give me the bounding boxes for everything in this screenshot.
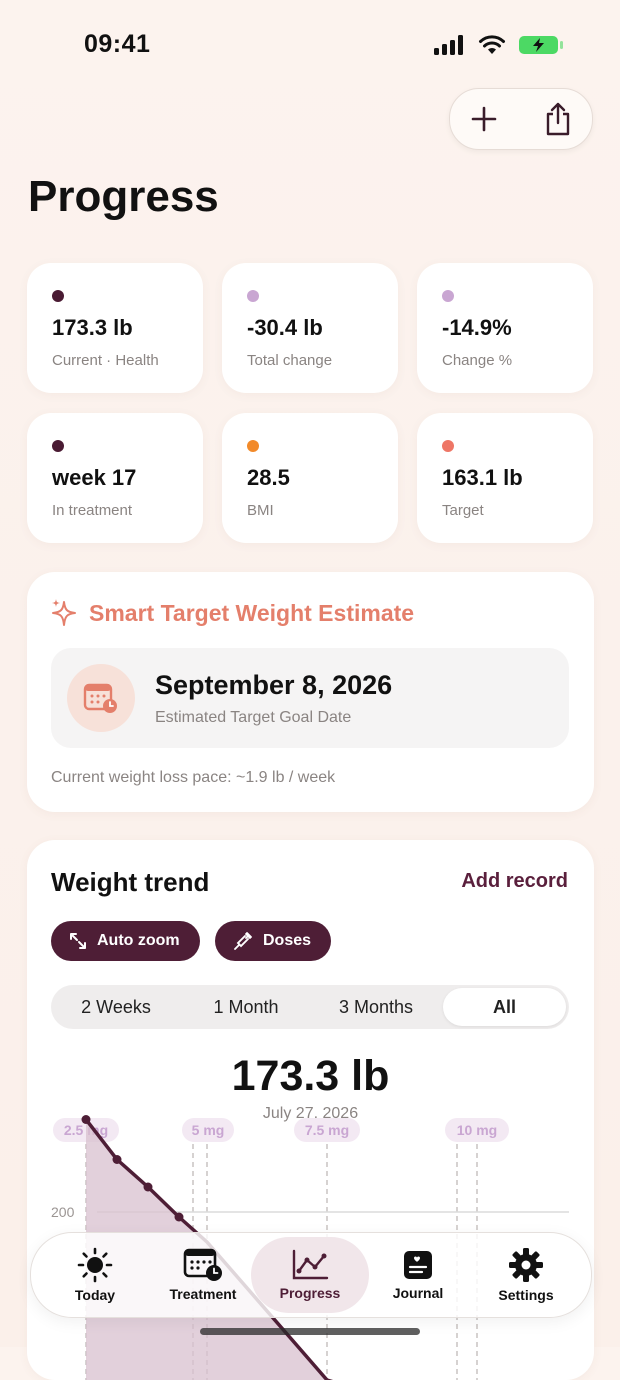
range-all[interactable]: All	[443, 988, 566, 1026]
home-indicator	[200, 1328, 420, 1335]
stat-dot	[247, 290, 259, 302]
sun-icon	[77, 1247, 113, 1283]
chart-line-icon	[291, 1249, 329, 1281]
stat-dot	[52, 290, 64, 302]
tab-label: Settings	[498, 1287, 553, 1303]
weight-loss-pace: Current weight loss pace: ~1.9 lb / week	[51, 769, 335, 787]
page-title: Progress	[28, 172, 219, 222]
signal-icon	[434, 35, 466, 55]
stat-label: In treatment	[52, 502, 132, 519]
weight-point[interactable]	[82, 1115, 91, 1124]
weight-point[interactable]	[175, 1213, 184, 1222]
tab-settings[interactable]: Settings	[472, 1233, 580, 1317]
stat-card-treatment-week[interactable]: week 17 In treatment	[27, 413, 203, 543]
stat-dot	[442, 290, 454, 302]
calendar-clock-icon	[183, 1248, 223, 1282]
tab-label: Today	[75, 1287, 115, 1303]
weight-trend-title: Weight trend	[51, 867, 209, 898]
target-date-label: Estimated Target Goal Date	[155, 709, 351, 727]
range-3-months[interactable]: 3 Months	[311, 985, 441, 1029]
plus-icon	[470, 105, 498, 133]
calendar-badge	[67, 664, 135, 732]
tab-today[interactable]: Today	[41, 1233, 149, 1317]
add-button[interactable]	[452, 89, 516, 149]
tab-treatment[interactable]: Treatment	[149, 1233, 257, 1317]
range-1-month[interactable]: 1 Month	[181, 985, 311, 1029]
stat-label: Change %	[442, 352, 512, 369]
stat-dot	[247, 440, 259, 452]
wifi-icon	[478, 35, 506, 55]
doses-label: Doses	[263, 932, 311, 950]
tab-progress[interactable]: Progress	[251, 1237, 369, 1313]
status-time: 09:41	[84, 30, 150, 59]
doses-chip[interactable]: Doses	[215, 921, 331, 961]
tab-label: Journal	[393, 1285, 444, 1301]
tab-bar: Today Treatment Progress Journal	[30, 1232, 592, 1318]
tab-journal[interactable]: Journal	[364, 1233, 472, 1317]
target-date-box: September 8, 2026 Estimated Target Goal …	[51, 648, 569, 748]
stat-label: Target	[442, 502, 484, 519]
dose-label: 7.5 mg	[305, 1122, 349, 1138]
tab-label: Progress	[280, 1285, 341, 1301]
selected-weight-value: 173.3 lb	[27, 1052, 594, 1101]
dose-labels: 2.5 mg 5 mg 7.5 mg 10 mg	[53, 1118, 509, 1142]
stat-value: 28.5	[247, 465, 290, 491]
status-icons	[434, 34, 564, 56]
journal-icon	[402, 1249, 434, 1281]
stat-label: BMI	[247, 502, 274, 519]
sparkle-icon	[51, 598, 79, 628]
range-2-weeks[interactable]: 2 Weeks	[51, 985, 181, 1029]
stat-value: -30.4 lb	[247, 315, 323, 341]
stat-dot	[52, 440, 64, 452]
target-date: September 8, 2026	[155, 670, 392, 701]
stat-card-target[interactable]: 163.1 lb Target	[417, 413, 593, 543]
weight-point[interactable]	[113, 1155, 122, 1164]
stat-card-bmi[interactable]: 28.5 BMI	[222, 413, 398, 543]
stat-dot	[442, 440, 454, 452]
expand-arrows-icon	[69, 932, 87, 950]
stat-card-current[interactable]: 173.3 lb Current · Health	[27, 263, 203, 393]
stat-label: Total change	[247, 352, 332, 369]
stat-value: 163.1 lb	[442, 465, 523, 491]
range-selector: 2 Weeks 1 Month 3 Months All	[51, 985, 569, 1029]
header-actions	[449, 88, 593, 150]
dose-label: 10 mg	[457, 1122, 497, 1138]
auto-zoom-chip[interactable]: Auto zoom	[51, 921, 200, 961]
syringe-icon	[233, 931, 253, 951]
stat-value: week 17	[52, 465, 136, 491]
share-button[interactable]	[526, 89, 590, 149]
stat-card-total-change[interactable]: -30.4 lb Total change	[222, 263, 398, 393]
battery-charging-icon	[518, 34, 564, 56]
stat-value: 173.3 lb	[52, 315, 133, 341]
stat-label: Current · Health	[52, 352, 159, 369]
tab-label: Treatment	[170, 1286, 237, 1302]
gear-icon	[508, 1247, 544, 1283]
share-icon	[543, 102, 573, 136]
weight-point[interactable]	[144, 1183, 153, 1192]
auto-zoom-label: Auto zoom	[97, 932, 180, 950]
dose-label: 5 mg	[192, 1122, 225, 1138]
calendar-clock-icon	[83, 681, 119, 715]
y-tick-label: 200	[51, 1204, 75, 1220]
stat-card-change-percent[interactable]: -14.9% Change %	[417, 263, 593, 393]
smart-target-card[interactable]: Smart Target Weight Estimate September 8…	[27, 572, 594, 812]
stat-value: -14.9%	[442, 315, 512, 341]
smart-target-title: Smart Target Weight Estimate	[89, 600, 414, 627]
add-record-button[interactable]: Add record	[461, 870, 568, 893]
